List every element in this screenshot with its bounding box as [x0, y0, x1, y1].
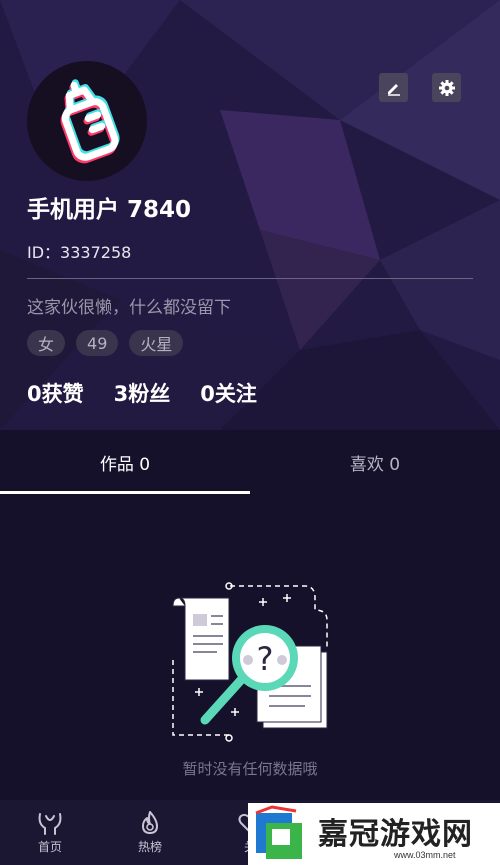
watermark-logo-icon: [255, 805, 302, 859]
empty-state-illustration: ?: [172, 582, 328, 742]
empty-state-message: 暂时没有任何数据哦: [182, 760, 318, 778]
tab-works[interactable]: 作品 0: [0, 430, 250, 494]
user-id: ID：3337258: [27, 243, 132, 262]
location-tag: 火星: [129, 330, 184, 356]
pencil-icon: [387, 83, 400, 96]
nav-hot-label: 热榜: [137, 840, 162, 854]
age-tag: 49: [76, 330, 119, 356]
watermark: 嘉冠游戏网 www.03mm.net: [248, 803, 500, 865]
likes-count[interactable]: 0获赞: [27, 378, 84, 408]
nav-home-label: 首页: [37, 840, 62, 854]
watermark-text: 嘉冠游戏网: [318, 817, 473, 852]
profile-tags: 女 49 火星: [27, 330, 184, 356]
nav-home[interactable]: 首页: [0, 800, 100, 865]
bio-text: 这家伙很懒，什么都没留下: [27, 298, 231, 318]
profile-stats: 0获赞 3粉丝 0关注: [27, 378, 257, 408]
profile-header: 手机用户 7840 ID：3337258 这家伙很懒，什么都没留下 女 49 火…: [0, 0, 500, 430]
following-count[interactable]: 0关注: [200, 378, 257, 408]
home-icon: [38, 813, 62, 835]
gender-tag: 女: [27, 330, 66, 356]
divider: [27, 278, 473, 279]
content-tabs: 作品 0 喜欢 0: [0, 430, 500, 494]
avatar[interactable]: [27, 61, 147, 181]
followers-count[interactable]: 3粉丝: [114, 378, 171, 408]
flame-icon: [142, 811, 158, 834]
settings-button[interactable]: [432, 73, 461, 102]
svg-text:?: ?: [257, 640, 274, 678]
edit-profile-button[interactable]: [379, 73, 408, 102]
baby-bottle-icon: [60, 79, 120, 164]
tab-likes[interactable]: 喜欢 0: [250, 430, 500, 494]
gear-icon: [438, 79, 455, 96]
watermark-url: www.03mm.net: [394, 850, 456, 860]
nav-hot[interactable]: 热榜: [100, 800, 200, 865]
username: 手机用户 7840: [27, 197, 192, 223]
